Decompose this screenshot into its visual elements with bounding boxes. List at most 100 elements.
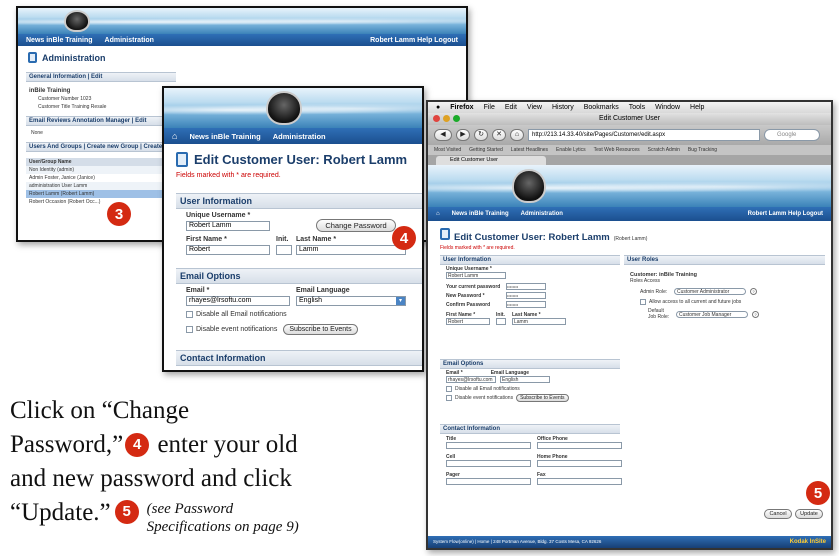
bookmark-item[interactable]: Bug Tracking: [688, 147, 717, 153]
row-training: inBile Training: [29, 88, 71, 94]
default-role-select[interactable]: Customer Job Manager: [676, 310, 748, 318]
search-input[interactable]: Google: [764, 129, 820, 141]
cancel-button[interactable]: Cancel: [764, 509, 792, 519]
menu-firefox[interactable]: Firefox: [450, 104, 473, 111]
bookmark-item[interactable]: Enable Lytics: [556, 147, 586, 153]
default-role-label: Default Job Role:: [648, 308, 670, 320]
confirm-password-field[interactable]: ••••••••: [506, 301, 546, 308]
section-general[interactable]: General Information | Edit: [26, 72, 176, 82]
bookmark-item[interactable]: Getting Started: [469, 147, 503, 153]
reload-button[interactable]: ↻: [474, 129, 488, 141]
disable-notifications-checkbox[interactable]: [446, 386, 452, 392]
minimize-window-button[interactable]: [443, 115, 450, 122]
section-email-reviews[interactable]: Email Reviews Annotation Manager | Edit: [26, 116, 176, 126]
nav-bar: News inBle Training Administration Rober…: [18, 34, 466, 46]
nav-administration[interactable]: Administration: [521, 211, 563, 217]
row-customer-title: Customer Title Training Resale: [38, 104, 107, 110]
bookmark-item[interactable]: Latest Headlines: [511, 147, 548, 153]
contact-field[interactable]: [537, 460, 622, 467]
menu-window[interactable]: Window: [655, 104, 680, 111]
menu-tools[interactable]: Tools: [629, 104, 645, 111]
table-row[interactable]: administration User Lamm: [26, 182, 176, 190]
home-button[interactable]: ⌂: [510, 129, 524, 141]
menu-edit[interactable]: Edit: [505, 104, 517, 111]
event-notifications-row: Disable event notifications Subscribe to…: [186, 324, 358, 335]
nav-user-links[interactable]: Robert Lamm Help Logout: [370, 37, 458, 44]
current-password-field[interactable]: ••••••••: [506, 283, 546, 290]
first-name-field[interactable]: Robert: [186, 245, 270, 255]
change-password-button[interactable]: Change Password: [316, 219, 396, 232]
contact-pager: Pager: [446, 472, 531, 485]
table-row[interactable]: Non Identity (admin): [26, 166, 176, 174]
username-field[interactable]: Robert Lamm: [186, 221, 270, 231]
tab-edit-customer-user[interactable]: Edit Customer User: [436, 156, 546, 165]
first-name-field[interactable]: Robert: [446, 318, 490, 325]
bookmark-item[interactable]: Most Visited: [434, 147, 461, 153]
init-field[interactable]: [276, 245, 292, 255]
nav-administration[interactable]: Administration: [105, 37, 154, 44]
page-icon: [440, 228, 450, 240]
contact-cell: Cell: [446, 454, 531, 467]
table-row[interactable]: Robert Occasion (Robert Occ...): [26, 198, 176, 206]
contact-field[interactable]: [446, 460, 531, 467]
last-name-field[interactable]: Lamm: [296, 245, 406, 255]
nav-home[interactable]: News inBle Training: [26, 37, 93, 44]
apple-icon[interactable]: ●: [436, 104, 440, 111]
header-banner: [428, 165, 831, 207]
page-header: Edit Customer User: Robert Lamm: [176, 152, 407, 167]
roles-access-label: Roles Access: [630, 278, 661, 284]
email-language-select[interactable]: English ▾: [296, 296, 406, 306]
nav-home[interactable]: News inBle Training: [189, 132, 260, 141]
subscribe-events-button[interactable]: Subscribe to Events: [516, 394, 569, 402]
stop-button[interactable]: ✕: [492, 129, 506, 141]
event-notifications-label: Disable event notifications: [455, 395, 514, 401]
allow-access-checkbox[interactable]: [640, 299, 646, 305]
contact-field[interactable]: [537, 478, 622, 485]
forward-button[interactable]: ▶: [456, 129, 470, 141]
menu-bookmarks[interactable]: Bookmarks: [584, 104, 619, 111]
event-notifications-checkbox[interactable]: [446, 395, 452, 401]
table-row-selected[interactable]: Robert Lamm (Robert Lamm): [26, 190, 176, 198]
contact-field[interactable]: [446, 442, 531, 449]
section-email-options: Email Options: [176, 268, 422, 284]
email-field[interactable]: rhayes@lrsoftu.com: [446, 376, 496, 383]
init-field[interactable]: [496, 318, 506, 325]
event-notifications-checkbox[interactable]: [186, 326, 193, 333]
admin-role-select[interactable]: Customer Administrator: [674, 288, 746, 295]
caption-line-4-text: “Update.”: [10, 499, 111, 526]
table-row[interactable]: Admin Foster, Janice (Janice): [26, 174, 176, 182]
nav-home[interactable]: News inBle Training: [452, 211, 509, 217]
chevron-down-icon: ▾: [396, 297, 405, 305]
contact-field[interactable]: [446, 478, 531, 485]
update-button[interactable]: Update: [795, 509, 823, 519]
new-password-field[interactable]: ••••••••: [506, 292, 546, 299]
email-fields-row: rhayes@lrsoftu.com English: [446, 376, 616, 383]
help-icon[interactable]: ?: [752, 310, 759, 318]
nav-user-links[interactable]: Robert Lamm Help Logout: [748, 211, 823, 217]
help-icon[interactable]: ?: [750, 288, 757, 295]
label-current-password: Your current password: [446, 283, 501, 290]
section-users-groups[interactable]: Users And Groups | Create new Group | Cr…: [26, 142, 176, 152]
bookmark-item[interactable]: Scratch Admin: [648, 147, 680, 153]
email-language-select[interactable]: English: [500, 376, 550, 383]
last-name-field[interactable]: Lamm: [512, 318, 566, 325]
label-email: Email *: [186, 287, 210, 294]
email-field[interactable]: rhayes@lrsoftu.com: [186, 296, 290, 306]
url-bar[interactable]: http://213.14.33.40/site/Pages/Customer/…: [528, 129, 760, 141]
disable-notifications-row: Disable all Email notifications: [186, 311, 287, 318]
back-button[interactable]: ◀: [434, 129, 452, 141]
menu-view[interactable]: View: [527, 104, 542, 111]
subscribe-events-button[interactable]: Subscribe to Events: [283, 324, 358, 335]
close-window-button[interactable]: [433, 115, 440, 122]
menu-file[interactable]: File: [484, 104, 495, 111]
nav-administration[interactable]: Administration: [273, 132, 326, 141]
browser-toolbar: ◀ ▶ ↻ ✕ ⌂ http://213.14.33.40/site/Pages…: [428, 125, 831, 145]
disable-notifications-checkbox[interactable]: [186, 311, 193, 318]
username-field[interactable]: Robert Lamm: [446, 272, 506, 279]
zoom-window-button[interactable]: [453, 115, 460, 122]
menu-help[interactable]: Help: [690, 104, 704, 111]
contact-field[interactable]: [537, 442, 622, 449]
user-roles-panel: Customer: inBile Training Roles Access A…: [630, 266, 826, 320]
bookmark-item[interactable]: Test Web Resources: [594, 147, 640, 153]
menu-history[interactable]: History: [552, 104, 574, 111]
